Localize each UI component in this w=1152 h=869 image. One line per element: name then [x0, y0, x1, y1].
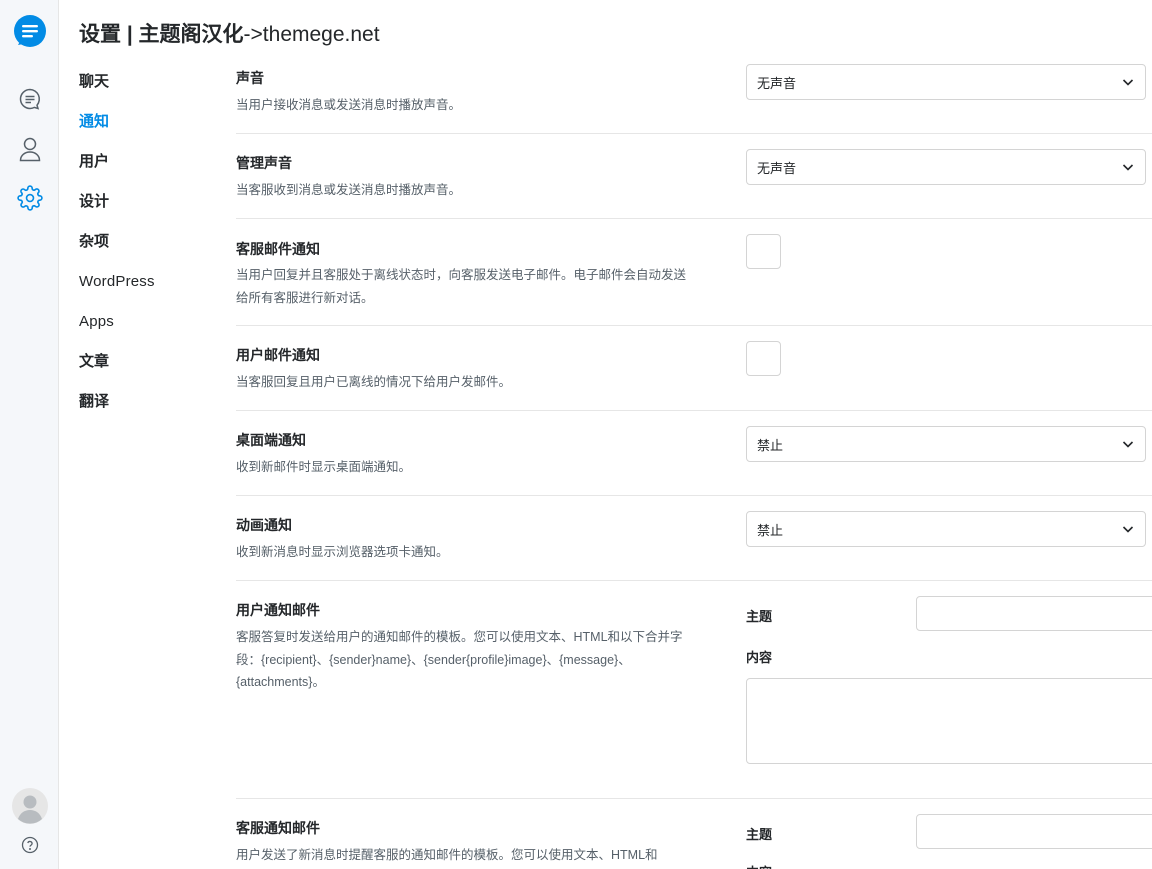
setting-description: 当客服收到消息或发送消息时播放声音。 — [236, 183, 462, 197]
setting-row-agent-template: 客服通知邮件 用户发送了新消息时提醒客服的通知邮件的模板。您可以使用文本、HTM… — [236, 799, 1152, 869]
setting-description: 当客服回复且用户已离线的情况下给用户发邮件。 — [236, 375, 512, 389]
setting-label: 管理声音 — [236, 155, 292, 171]
icon-rail — [0, 0, 59, 869]
content-label: 内容 — [746, 650, 773, 665]
setting-row-user-email: 用户邮件通知 当客服回复且用户已离线的情况下给用户发邮件。 — [236, 326, 1152, 411]
page-title-main: 设置 | 主题阁汉化 — [79, 23, 244, 46]
user-icon[interactable] — [0, 134, 59, 164]
setting-row-animation: 动画通知 收到新消息时显示浏览器选项卡通知。 禁止 — [236, 496, 1152, 581]
user-email-checkbox[interactable] — [746, 341, 781, 376]
admin-sound-select[interactable]: 无声音 — [746, 149, 1146, 185]
setting-row-user-template: 用户通知邮件 客服答复时发送给用户的通知邮件的模板。您可以使用文本、HTML和以… — [236, 581, 1152, 799]
help-icon[interactable] — [0, 833, 59, 857]
select-value: 禁止 — [757, 437, 784, 453]
nav-item-users[interactable]: 用户 — [79, 152, 209, 192]
setting-label: 客服通知邮件 — [236, 820, 320, 836]
user-template-content-textarea[interactable] — [746, 678, 1152, 764]
nav-item-misc[interactable]: 杂项 — [79, 232, 209, 272]
select-value: 无声音 — [757, 160, 797, 176]
select-value: 无声音 — [757, 75, 797, 91]
desktop-notification-select[interactable]: 禁止 — [746, 426, 1146, 462]
sound-select[interactable]: 无声音 — [746, 64, 1146, 100]
nav-item-apps[interactable]: Apps — [79, 312, 209, 352]
nav-item-articles[interactable]: 文章 — [79, 352, 209, 392]
nav-item-design[interactable]: 设计 — [79, 192, 209, 232]
subject-label: 主题 — [746, 609, 773, 624]
nav-item-translations[interactable]: 翻译 — [79, 392, 209, 432]
setting-description: 客服答复时发送给用户的通知邮件的模板。您可以使用文本、HTML和以下合并字段：{… — [236, 630, 683, 689]
logo-icon[interactable] — [0, 13, 59, 51]
setting-description: 当用户接收消息或发送消息时播放声音。 — [236, 98, 462, 112]
select-value: 禁止 — [757, 522, 784, 538]
chat-icon[interactable] — [0, 84, 59, 114]
chevron-down-icon — [1121, 160, 1135, 174]
nav-item-chat[interactable]: 聊天 — [79, 72, 209, 112]
setting-label: 声音 — [236, 70, 264, 86]
chevron-down-icon — [1121, 437, 1135, 451]
setting-label: 桌面端通知 — [236, 432, 306, 448]
avatar-icon[interactable] — [0, 788, 59, 824]
chevron-down-icon — [1121, 522, 1135, 536]
setting-row-sound: 声音 当用户接收消息或发送消息时播放声音。 无声音 — [236, 62, 1152, 134]
setting-label: 客服邮件通知 — [236, 241, 320, 257]
chevron-down-icon — [1121, 75, 1135, 89]
setting-label: 动画通知 — [236, 517, 292, 533]
user-template-subject-input[interactable] — [916, 596, 1152, 631]
settings-nav: 聊天 通知 用户 设计 杂项 WordPress Apps 文章 翻译 — [79, 72, 209, 432]
setting-row-admin-sound: 管理声音 当客服收到消息或发送消息时播放声音。 无声音 — [236, 134, 1152, 219]
page-title-suffix: ->themege.net — [243, 23, 380, 46]
animation-notification-select[interactable]: 禁止 — [746, 511, 1146, 547]
nav-item-notifications[interactable]: 通知 — [79, 112, 209, 152]
setting-description: 收到新邮件时显示桌面端通知。 — [236, 460, 412, 474]
setting-row-agent-email: 客服邮件通知 当用户回复并且客服处于离线状态时，向客服发送电子邮件。电子邮件会自… — [236, 219, 1152, 326]
nav-item-wordpress[interactable]: WordPress — [79, 272, 209, 312]
agent-email-checkbox[interactable] — [746, 234, 781, 269]
page-title: 设置 | 主题阁汉化->themege.net — [79, 18, 380, 48]
setting-label: 用户通知邮件 — [236, 602, 320, 618]
subject-label: 主题 — [746, 827, 773, 842]
setting-description: 当用户回复并且客服处于离线状态时，向客服发送电子邮件。电子邮件会自动发送给所有客… — [236, 268, 687, 305]
setting-row-desktop: 桌面端通知 收到新邮件时显示桌面端通知。 禁止 — [236, 411, 1152, 496]
settings-list: 声音 当用户接收消息或发送消息时播放声音。 无声音 管理声音 当客服收到消息或发… — [236, 62, 1152, 869]
settings-icon[interactable] — [0, 183, 59, 213]
setting-description: 收到新消息时显示浏览器选项卡通知。 — [236, 545, 449, 559]
setting-label: 用户邮件通知 — [236, 347, 320, 363]
setting-description: 用户发送了新消息时提醒客服的通知邮件的模板。您可以使用文本、HTML和 — [236, 848, 658, 862]
content-label: 内容 — [746, 862, 772, 869]
agent-template-subject-input[interactable] — [916, 814, 1152, 849]
